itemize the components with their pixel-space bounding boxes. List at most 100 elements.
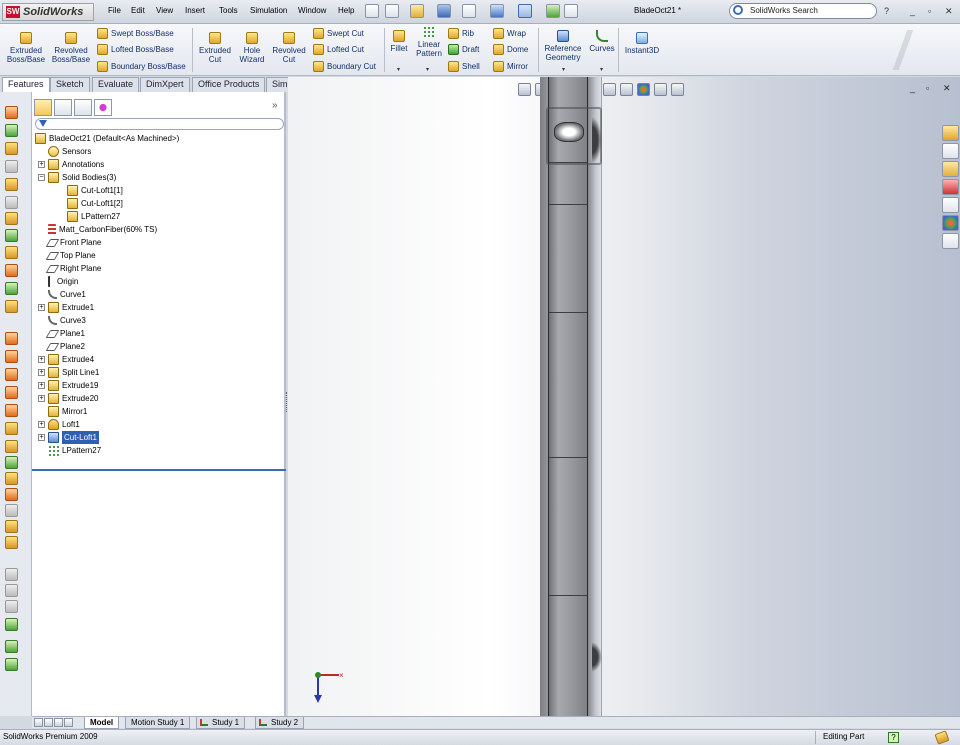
tree-item[interactable]: Curve3	[35, 314, 285, 327]
tab-features[interactable]: Features	[2, 77, 50, 93]
linear-pattern-dropdown-arrow[interactable]: ▾	[426, 66, 429, 73]
reference-point-icon[interactable]	[5, 640, 18, 653]
swept-cut-button[interactable]: Swept Cut	[313, 28, 364, 39]
tree-item[interactable]: + Extrude4	[35, 353, 285, 366]
expand-icon[interactable]: +	[38, 434, 45, 441]
custom-properties-icon[interactable]	[942, 233, 959, 249]
tab-study-2[interactable]: Study 2	[255, 717, 305, 729]
feature-filter-input[interactable]	[35, 118, 284, 130]
hole-wizard-button[interactable]: Hole Wizard	[236, 32, 268, 64]
tree-item[interactable]: Cut-Loft1[2]	[35, 197, 285, 210]
curves-button[interactable]: Curves	[587, 30, 617, 53]
tree-item[interactable]: Plane2	[35, 340, 285, 353]
tree-item[interactable]: Origin	[35, 275, 285, 288]
split-line-icon[interactable]	[5, 456, 18, 469]
boundary-boss-button[interactable]: Boundary Boss/Base	[97, 61, 186, 72]
tab-model[interactable]: Model	[84, 717, 120, 729]
undo-icon[interactable]	[490, 4, 504, 18]
intersect-icon[interactable]	[5, 504, 18, 517]
fillet-dropdown-arrow[interactable]: ▾	[397, 66, 400, 73]
expand-icon[interactable]: +	[38, 369, 45, 376]
options-icon[interactable]	[564, 4, 578, 18]
expand-icon[interactable]: +	[38, 395, 45, 402]
flex-icon[interactable]	[5, 488, 18, 501]
rebuild-icon[interactable]	[546, 4, 560, 18]
menu-file[interactable]: File	[108, 6, 121, 15]
last-tab-button[interactable]	[64, 718, 73, 727]
solidworks-resources-icon[interactable]	[942, 125, 959, 141]
menu-window[interactable]: Window	[298, 6, 326, 15]
property-manager-tab-icon[interactable]	[54, 99, 72, 116]
search-icon[interactable]	[733, 5, 743, 15]
fillet-icon[interactable]	[5, 160, 18, 173]
boundary-icon[interactable]	[5, 472, 18, 485]
expand-icon[interactable]: +	[38, 304, 45, 311]
edit-appearance-icon[interactable]	[637, 82, 650, 96]
swept-boss-button[interactable]: Swept Boss/Base	[97, 28, 174, 39]
tree-item[interactable]: + Cut-Loft1	[35, 431, 285, 444]
tab-evaluate[interactable]: Evaluate	[92, 77, 140, 92]
mirror-button[interactable]: Mirror	[493, 61, 528, 72]
viewport-restore-button[interactable]: ▫	[926, 83, 929, 93]
revolved-cut-button[interactable]: Revolved Cut	[270, 32, 308, 64]
thicken-icon[interactable]	[5, 618, 18, 631]
viewport-close-button[interactable]: ✕	[943, 83, 951, 94]
tree-item[interactable]: Mirror1	[35, 405, 285, 418]
menu-simulation[interactable]: Simulation	[250, 6, 287, 15]
lofted-boss-button[interactable]: Lofted Boss/Base	[97, 44, 174, 55]
minimize-button[interactable]: _	[910, 6, 915, 16]
open-icon[interactable]	[410, 4, 424, 18]
status-help-icon[interactable]: ?	[888, 732, 899, 743]
revolved-boss-button[interactable]: Revolved Boss/Base	[50, 32, 92, 64]
solidworks-logo[interactable]: SW SolidWorks	[2, 3, 94, 21]
menu-tools[interactable]: Tools	[219, 6, 238, 15]
curves-dropdown-arrow[interactable]: ▾	[600, 66, 603, 73]
tab-motion-study-1[interactable]: Motion Study 1	[125, 717, 191, 729]
draft-button[interactable]: Draft	[448, 44, 479, 55]
wrap-icon[interactable]	[5, 386, 18, 399]
menu-help[interactable]: Help	[338, 6, 354, 15]
revolve-icon[interactable]	[5, 178, 18, 191]
save-icon[interactable]	[437, 4, 451, 18]
file-explorer-icon[interactable]	[942, 161, 959, 177]
draft-icon[interactable]	[5, 282, 18, 295]
extruded-boss-button[interactable]: Extruded Boss/Base	[6, 32, 46, 64]
smart-dimension-icon[interactable]	[5, 124, 18, 137]
tree-item[interactable]: Cut-Loft1[1]	[35, 184, 285, 197]
menu-edit[interactable]: Edit	[131, 6, 145, 15]
next-tab-button[interactable]	[54, 718, 63, 727]
tree-item[interactable]: Sensors	[35, 145, 285, 158]
instant3d-button[interactable]: Instant3D	[622, 32, 662, 55]
extrude-icon[interactable]	[5, 142, 18, 155]
cut-icon[interactable]	[5, 196, 18, 209]
rib-button[interactable]: Rib	[448, 28, 474, 39]
tree-item[interactable]: Top Plane	[35, 249, 285, 262]
appearances-icon[interactable]	[942, 215, 959, 231]
search-task-icon[interactable]	[942, 179, 959, 195]
tab-sketch[interactable]: Sketch	[50, 77, 90, 92]
view-palette-icon[interactable]	[942, 197, 959, 213]
chamfer-icon[interactable]	[5, 229, 18, 242]
offset-surface-icon[interactable]	[5, 584, 18, 597]
tree-item[interactable]: + Extrude20	[35, 392, 285, 405]
tree-root[interactable]: BladeOct21 (Default<As Machined>)	[35, 132, 179, 145]
menu-insert[interactable]: Insert	[185, 6, 205, 15]
tab-study-1[interactable]: Study 1	[196, 717, 246, 729]
tree-item[interactable]: − Solid Bodies(3)	[35, 171, 285, 184]
collapse-icon[interactable]: −	[38, 174, 45, 181]
expand-icon[interactable]: +	[38, 161, 45, 168]
configuration-manager-tab-icon[interactable]	[74, 99, 92, 116]
fillet-button[interactable]: Fillet	[387, 30, 411, 53]
dome-button[interactable]: Dome	[493, 44, 528, 55]
move-body-icon[interactable]	[5, 536, 18, 549]
feature-tree-tab-icon[interactable]	[34, 99, 52, 116]
lofted-cut-button[interactable]: Lofted Cut	[313, 44, 364, 55]
reference-geometry-icon[interactable]	[5, 300, 18, 313]
knit-surface-icon[interactable]	[5, 600, 18, 613]
search-input[interactable]: SolidWorks Search	[729, 3, 877, 19]
curve-icon[interactable]	[5, 368, 18, 381]
extruded-cut-button[interactable]: Extruded Cut	[197, 32, 233, 64]
tree-item[interactable]: Front Plane	[35, 236, 285, 249]
tree-item[interactable]: Right Plane	[35, 262, 285, 275]
pattern-icon[interactable]	[5, 440, 18, 453]
